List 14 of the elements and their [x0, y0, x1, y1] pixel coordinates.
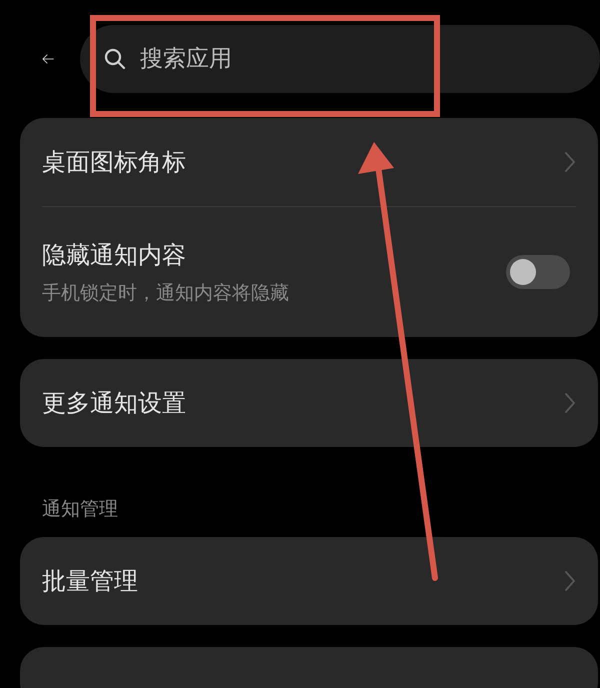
section-header: 通知管理 [42, 496, 118, 522]
row-title: 批量管理 [42, 566, 138, 597]
row-title: 隐藏通知内容 [42, 240, 187, 271]
chevron-icon [564, 392, 576, 414]
row-title: 桌面图标角标 [42, 147, 186, 178]
chevron-icon [564, 151, 576, 173]
settings-row[interactable]: 桌面图标角标 [20, 118, 598, 206]
chevron-icon [564, 570, 576, 592]
toggle-switch[interactable] [506, 255, 570, 289]
search-field[interactable]: 搜索应用 [80, 25, 600, 93]
settings-row[interactable]: 更多通知设置 [20, 359, 598, 447]
settings-row[interactable]: 批量管理 [20, 537, 598, 625]
row-subtitle: 手机锁定时，通知内容将隐藏 [42, 280, 289, 306]
row-title: 更多通知设置 [42, 388, 186, 419]
